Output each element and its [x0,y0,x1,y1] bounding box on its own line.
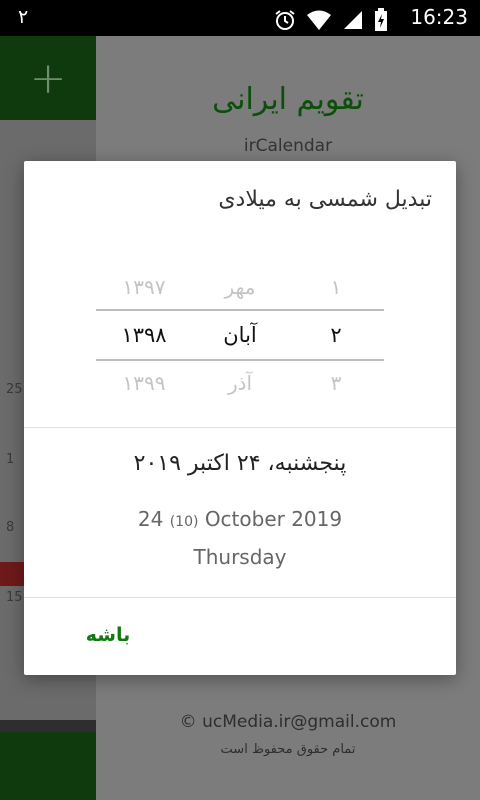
year-wheel[interactable]: ۱۳۹۷ ۱۳۹۸ ۱۳۹۹ [96,263,192,407]
ok-button[interactable]: باشه [68,615,148,655]
weekday-result: Thursday [193,545,287,569]
day-next[interactable]: ۳ [288,359,384,407]
add-icon: + [29,52,67,104]
year-prev[interactable]: ۱۳۹۷ [96,263,192,311]
calendar-day: 15 [6,590,23,605]
status-icons [274,8,388,32]
selection-line-bottom [96,359,384,361]
year-current[interactable]: ۱۳۹۸ [96,311,192,359]
month-next[interactable]: آذر [192,359,288,407]
drawer-footer [0,732,96,800]
signal-icon [344,11,362,29]
day-current[interactable]: ۲ [288,311,384,359]
gregorian-day: 24 [137,507,164,531]
day-wheel[interactable]: ۱ ۲ ۳ [288,263,384,407]
copyright-text: تمام حقوق محفوظ است [220,742,356,757]
selection-line-top [96,309,384,311]
date-convert-dialog: تبدیل شمسی به میلادی ۱۳۹۷ ۱۳۹۸ ۱۳۹۹ مهر … [24,161,456,675]
wifi-icon [307,10,331,30]
day-prev[interactable]: ۱ [288,263,384,311]
gregorian-month-number: (10) [169,514,199,530]
app-subtitle: irCalendar [243,136,333,156]
month-current[interactable]: آبان [192,311,288,359]
calendar-day: 25 [6,382,23,397]
contact-email: © ucMedia.ir@gmail.com [179,712,397,732]
app-title: تقویم ایرانی [212,82,364,117]
status-bar: ٢ 16:23 [0,0,480,36]
gregorian-month-year: October 2019 [204,507,343,531]
gregorian-result: 24 (10) October 2019 [24,507,456,531]
battery-charging-icon [375,8,387,31]
persian-result: پنجشنبه، ۲۴ اکتبر ۲۰۱۹ [133,451,347,476]
clock: 16:23 [410,5,468,29]
date-picker: ۱۳۹۷ ۱۳۹۸ ۱۳۹۹ مهر آبان آذر ۱ ۲ ۳ [96,263,384,407]
month-wheel[interactable]: مهر آبان آذر [192,263,288,407]
alarm-icon [275,10,295,30]
divider [24,427,456,428]
month-prev[interactable]: مهر [192,263,288,311]
dialog-title: تبدیل شمسی به میلادی [218,187,432,212]
notification-indicator: ٢ [18,6,29,28]
calendar-day: 1 [6,452,15,467]
calendar-day: 8 [6,520,15,535]
divider [24,597,456,598]
drawer-header: + [0,36,96,120]
year-next[interactable]: ۱۳۹۹ [96,359,192,407]
